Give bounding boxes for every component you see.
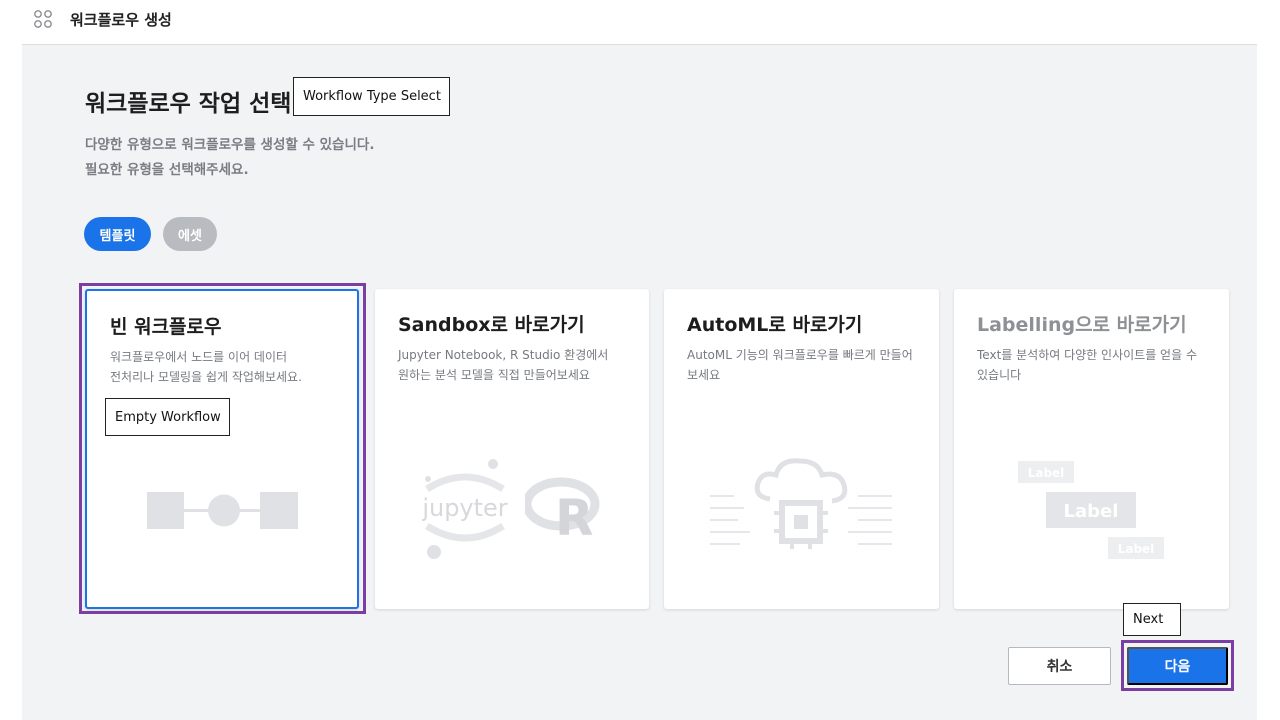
next-highlight-outline <box>1121 640 1234 691</box>
annotation-empty-workflow: Empty Workflow <box>105 398 230 436</box>
selection-outline <box>79 283 366 614</box>
label-tags-illustration: Label Label Label <box>1018 461 1164 559</box>
card-description-line1: Text를 분석하여 다양한 인사이트를 얻을 수 <box>977 348 1197 362</box>
annotation-next: Next <box>1123 603 1181 636</box>
page-subtitle-line1: 다양한 유형으로 워크플로우를 생성할 수 있습니다. <box>85 137 375 153</box>
card-automl[interactable]: AutoML로 바로가기 AutoML 기능의 워크플로우를 빠르게 만들어 보… <box>664 289 939 609</box>
card-labelling[interactable]: Labelling으로 바로가기 Text를 분석하여 다양한 인사이트를 얻을… <box>954 289 1229 609</box>
r-logo-icon: R <box>525 477 600 539</box>
apps-icon <box>34 10 52 28</box>
cancel-button[interactable]: 취소 <box>1008 647 1111 685</box>
cloud-chip-illustration <box>710 458 892 549</box>
tab-asset[interactable]: 에셋 <box>163 217 217 251</box>
label-tag-text: Label <box>1028 466 1065 480</box>
page-title: 워크플로우 작업 선택 <box>85 91 292 117</box>
card-description-line2: 원하는 분석 모델을 직접 만들어보세요 <box>398 368 590 382</box>
label-tag-text: Label <box>1064 501 1119 522</box>
annotation-workflow-type: Workflow Type Select <box>293 77 450 116</box>
card-title: Sandbox로 바로가기 <box>398 314 585 336</box>
window-title: 워크플로우 생성 <box>70 11 172 29</box>
card-description-line2: 있습니다 <box>977 368 1022 382</box>
card-title: AutoML로 바로가기 <box>687 314 863 336</box>
card-title: Labelling으로 바로가기 <box>977 314 1187 336</box>
card-sandbox[interactable]: Sandbox로 바로가기 Jupyter Notebook, R Studio… <box>375 289 649 609</box>
tab-template[interactable]: 템플릿 <box>84 217 151 251</box>
page-subtitle-line2: 필요한 유형을 선택해주세요. <box>85 162 249 178</box>
label-tag-text: Label <box>1118 542 1155 556</box>
jupyter-wordmark: jupyter <box>421 494 507 522</box>
top-bar: 워크플로우 생성 <box>0 0 1280 44</box>
card-description-line2: 보세요 <box>687 368 721 382</box>
card-description-line1: AutoML 기능의 워크플로우를 빠르게 만들어 <box>687 348 913 362</box>
card-description-line1: Jupyter Notebook, R Studio 환경에서 <box>398 348 609 362</box>
r-wordmark: R <box>555 489 594 539</box>
